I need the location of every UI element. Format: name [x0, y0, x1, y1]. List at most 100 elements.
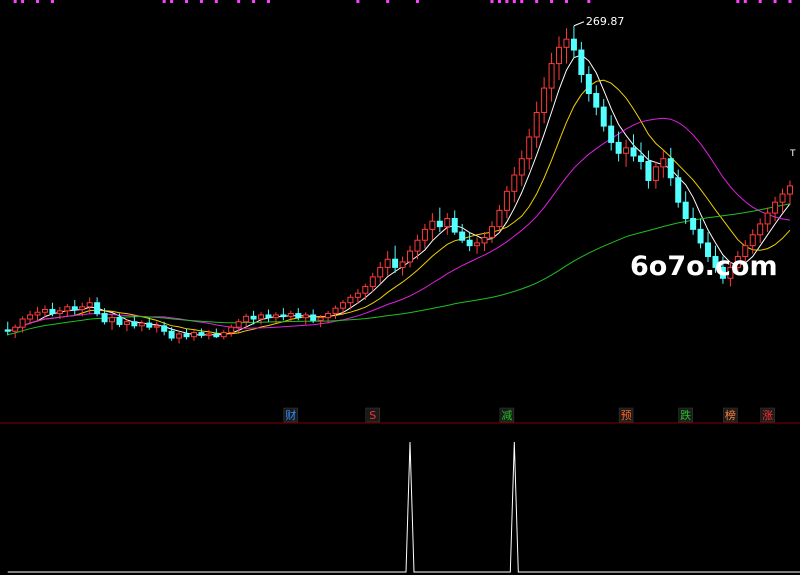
candle-body [623, 147, 630, 154]
event-marker[interactable]: S [365, 407, 381, 423]
candle-body [280, 314, 287, 317]
candle-body [637, 155, 644, 162]
event-marker-label: 减 [501, 409, 512, 422]
candle [608, 115, 615, 151]
top-tick [185, 0, 189, 3]
candle [496, 204, 503, 233]
candle-body [578, 49, 585, 75]
candle [690, 207, 697, 235]
top-tick [520, 0, 524, 3]
candle-body [347, 296, 354, 304]
candle [652, 161, 659, 189]
candle-body [205, 333, 212, 336]
candle-body [265, 314, 272, 319]
candle [503, 185, 510, 219]
candle-body [4, 329, 11, 332]
candle-body [392, 258, 399, 268]
candle-body [444, 217, 451, 228]
candle-body [228, 326, 235, 334]
corner-mark: T [789, 149, 796, 159]
stock-chart: 269.87 T 财 S 减 预 跌 榜 涨 6o7o.com [0, 0, 800, 573]
candle [392, 245, 399, 273]
event-marker-label: S [369, 409, 376, 422]
candle-body [526, 136, 533, 160]
event-marker[interactable]: 涨 [760, 407, 775, 423]
candle-body [183, 333, 190, 338]
top-tick [162, 0, 166, 3]
candle-body [258, 314, 265, 320]
candle-body [541, 87, 548, 114]
candle [585, 66, 592, 102]
candle-body [474, 242, 481, 247]
top-tick [237, 0, 241, 3]
candle-body [414, 239, 421, 252]
candle-body [339, 302, 346, 309]
event-marker[interactable]: 财 [283, 407, 299, 423]
candle [399, 256, 406, 276]
candle-body [496, 209, 503, 228]
top-tick [736, 0, 740, 3]
candle [146, 317, 153, 330]
candle-body [123, 321, 130, 325]
event-marker[interactable]: 跌 [678, 407, 693, 423]
moving-average-lines [7, 54, 791, 336]
candle [444, 213, 451, 235]
indicator-pane[interactable] [7, 441, 800, 573]
event-marker-label: 跌 [680, 408, 691, 422]
candle [660, 150, 667, 178]
candle-body [570, 38, 577, 51]
candle [183, 328, 190, 340]
candle [332, 305, 339, 320]
candle-body [153, 325, 160, 328]
candle [511, 166, 518, 203]
top-tick [252, 0, 256, 3]
top-tick [415, 0, 419, 3]
candle [518, 150, 525, 186]
candle-body [615, 141, 622, 154]
candle [548, 52, 555, 102]
candle [779, 188, 786, 214]
candle [697, 218, 704, 249]
candle-body [56, 310, 63, 315]
candle-body [213, 333, 220, 338]
top-tick [266, 0, 270, 3]
candle [466, 232, 473, 252]
candle-body [27, 314, 34, 320]
top-tick [743, 0, 747, 3]
candle-body [511, 174, 518, 192]
candle [630, 134, 637, 162]
event-marker[interactable]: 减 [499, 407, 515, 423]
candle [488, 221, 495, 243]
event-marker-label: 预 [621, 409, 632, 422]
event-markers: 财S减预跌榜涨 [283, 407, 775, 423]
candle-body [94, 302, 101, 315]
candle-body [786, 185, 793, 195]
top-tick [21, 0, 25, 3]
candle-body [310, 314, 317, 321]
candle [429, 213, 436, 241]
event-marker[interactable]: 榜 [723, 407, 738, 423]
candle-body [563, 38, 570, 48]
candle-body [772, 201, 779, 214]
candle-body [377, 266, 384, 278]
event-marker[interactable]: 预 [618, 407, 634, 423]
candle-body [749, 234, 756, 247]
candle-body [682, 201, 689, 219]
candle-body [399, 261, 406, 268]
candle-body [429, 220, 436, 230]
price-pane[interactable] [4, 21, 793, 344]
candlesticks [4, 25, 793, 344]
candle-body [600, 106, 607, 127]
candle-body [690, 217, 697, 230]
top-tick [535, 0, 539, 3]
candle-body [764, 212, 771, 225]
top-tick [550, 0, 554, 3]
candle [541, 77, 548, 124]
candle-body [466, 239, 473, 247]
candle [228, 324, 235, 337]
candle-body [548, 63, 555, 89]
candle-body [12, 326, 19, 332]
candle [623, 139, 630, 167]
candle-body [168, 330, 175, 339]
candle-body [459, 231, 466, 241]
